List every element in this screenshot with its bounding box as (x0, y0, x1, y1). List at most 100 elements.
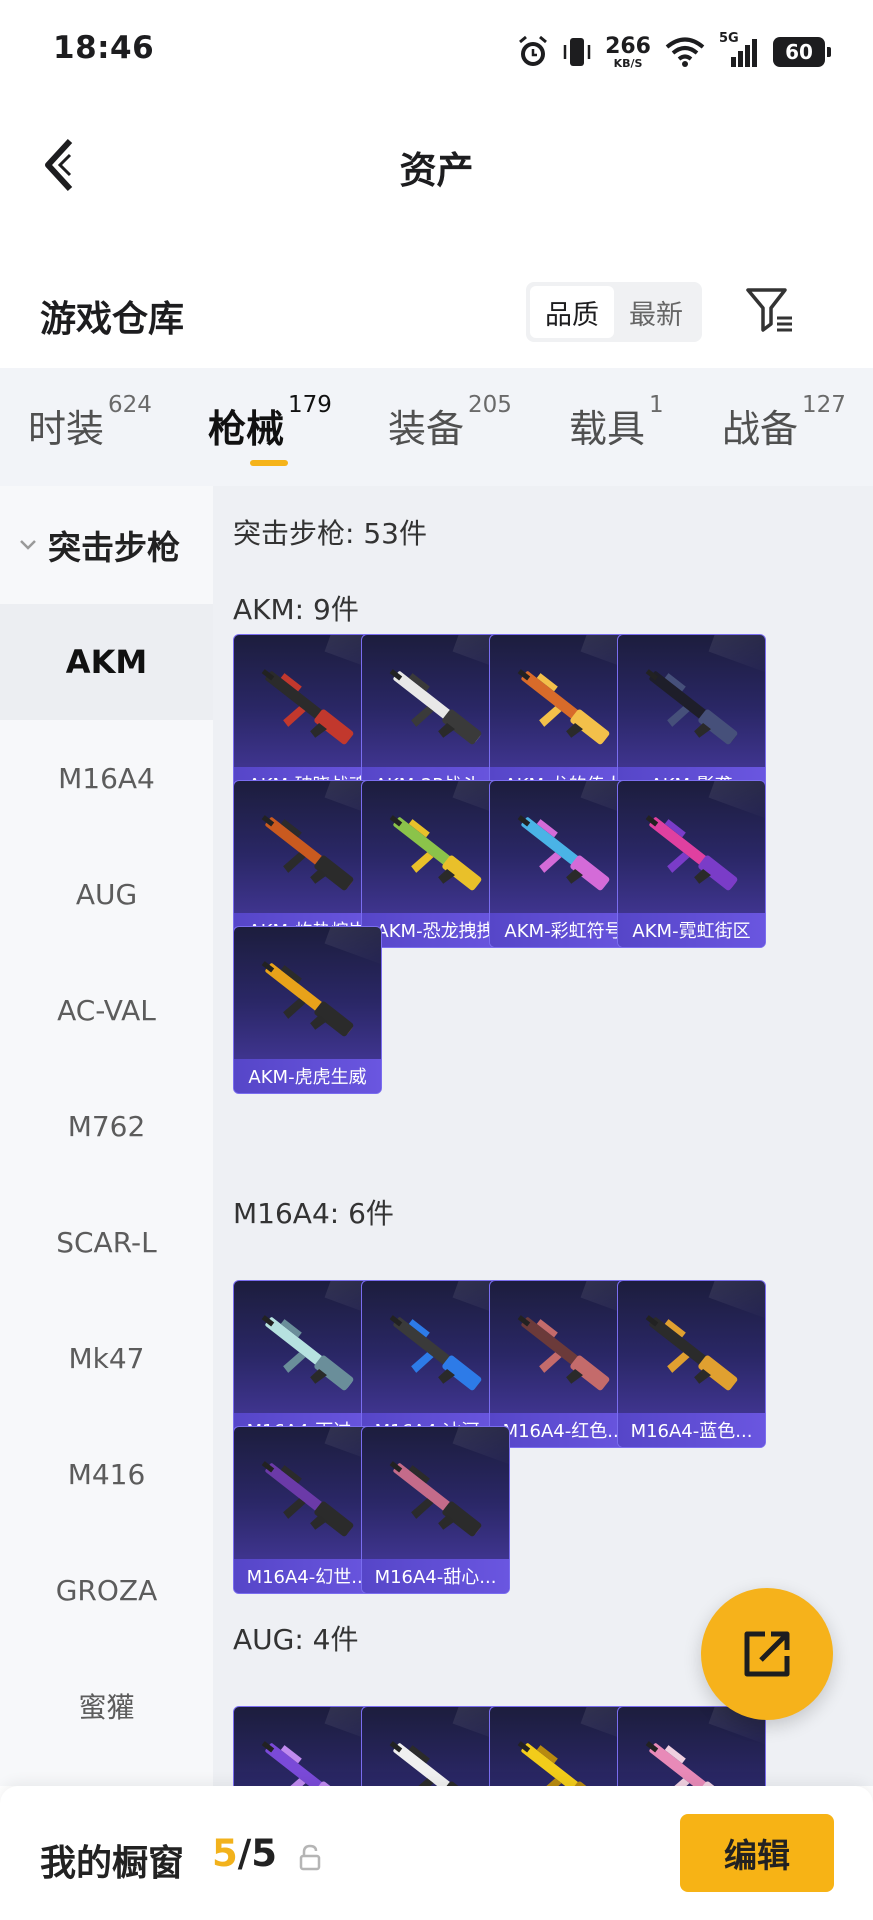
net-speed: 266 KB/S (605, 33, 651, 70)
rifle-icon (261, 961, 354, 1037)
item-card[interactable]: M16A4-雨过... (233, 1280, 382, 1448)
tab-vehicles[interactable]: 载具1 (569, 392, 664, 458)
sidebar-item-groza[interactable]: GROZA (0, 1532, 213, 1648)
status-icons: 266 KB/S 5G 60 (517, 30, 831, 74)
tab-fashion[interactable]: 时装624 (28, 392, 152, 458)
tab-combat-gear[interactable]: 战备127 (722, 392, 846, 458)
rifle-icon (645, 669, 738, 745)
section-title: 游戏仓库 (40, 299, 185, 340)
item-card[interactable]: M16A4-甜心... (361, 1426, 510, 1594)
sort-option-latest[interactable]: 最新 (614, 286, 698, 338)
tab-firearms[interactable]: 枪械179 (208, 392, 332, 458)
filter-icon (746, 288, 792, 332)
showcase-label: 我的橱窗 (40, 1843, 185, 1884)
rifle-icon (517, 815, 610, 891)
category-count: 突击步枪: 53件 (233, 517, 427, 550)
tab-label: 载具 (569, 407, 646, 451)
item-card[interactable]: AKM-灼热熔岩 (233, 780, 382, 948)
rifle-icon (517, 1741, 610, 1786)
rifle-icon (261, 1461, 354, 1537)
group-title-akm: AKM: 9件 (233, 593, 359, 626)
rifle-icon (645, 815, 738, 891)
rifle-icon (517, 669, 610, 745)
sidebar-item-scar-l[interactable]: SCAR-L (0, 1184, 213, 1300)
active-tab-indicator (250, 460, 288, 466)
rifle-icon (261, 1315, 354, 1391)
rifle-icon (389, 1741, 482, 1786)
sidebar-item-honey-badger[interactable]: 蜜獾 (0, 1648, 213, 1764)
sort-toggle: 品质 最新 (526, 282, 702, 342)
tab-count: 624 (108, 392, 152, 418)
rifle-icon (261, 669, 354, 745)
sidebar-item-mk47[interactable]: Mk47 (0, 1300, 213, 1416)
edit-button[interactable]: 编辑 (680, 1814, 834, 1892)
rifle-icon (517, 1315, 610, 1391)
item-card[interactable]: M16A4-冰河... (361, 1280, 510, 1448)
item-card[interactable]: AKM-彩虹符号 (489, 780, 638, 948)
group-title-aug: AUG: 4件 (233, 1623, 359, 1656)
item-card[interactable]: AKM-2P战斗... (361, 634, 510, 802)
tab-label: 装备 (388, 407, 465, 451)
item-card[interactable]: AKM-破晓战魂 (233, 634, 382, 802)
item-card[interactable]: AKM-恐龙拽拽 (361, 780, 510, 948)
tab-label: 战备 (722, 407, 799, 451)
item-card[interactable]: AKM-虎虎生威 (233, 926, 382, 1094)
item-name: AKM-虎虎生威 (234, 1059, 381, 1093)
unlock-icon[interactable] (298, 1844, 322, 1872)
item-name: M16A4-红色... (490, 1413, 637, 1447)
signal-icon: 5G (719, 31, 759, 69)
sidebar: 突击步枪 AKM M16A4 AUG AC-VAL M762 SCAR-L Mk… (0, 486, 213, 1786)
rifle-icon (389, 1315, 482, 1391)
item-card[interactable]: M16A4-红色... (489, 1280, 638, 1448)
net-speed-unit: KB/S (613, 56, 643, 70)
tab-equipment[interactable]: 装备205 (388, 392, 512, 458)
rifle-icon (261, 1741, 354, 1786)
rifle-icon (389, 1461, 482, 1537)
sidebar-item-akm[interactable]: AKM (0, 604, 213, 720)
sidebar-item-m16a4[interactable]: M16A4 (0, 720, 213, 836)
item-name: AKM-霓虹街区 (618, 913, 765, 947)
item-card[interactable] (617, 1706, 766, 1786)
sidebar-item-m762[interactable]: M762 (0, 1068, 213, 1184)
wifi-icon (665, 37, 705, 67)
sidebar-item-m416[interactable]: M416 (0, 1416, 213, 1532)
tab-label: 时装 (28, 407, 105, 451)
sidebar-item-aug[interactable]: AUG (0, 836, 213, 952)
share-external-icon (744, 1631, 790, 1677)
battery-icon: 60 (773, 37, 831, 67)
sidebar-group-label: 突击步枪 (48, 528, 180, 567)
showcase-current: 5 (212, 1832, 238, 1875)
bottom-bar: 我的橱窗 5/5 编辑 (0, 1786, 873, 1920)
tab-label: 枪械 (208, 407, 285, 451)
sidebar-group-assault-rifles[interactable]: 突击步枪 (0, 486, 213, 604)
battery-level: 60 (785, 40, 813, 64)
item-card[interactable]: AKM-龙的传人 (489, 634, 638, 802)
item-name: AKM-恐龙拽拽 (362, 913, 509, 947)
item-card[interactable] (489, 1706, 638, 1786)
sort-option-quality[interactable]: 品质 (530, 286, 614, 338)
sidebar-item-ac-val[interactable]: AC-VAL (0, 952, 213, 1068)
rifle-icon (645, 1741, 738, 1786)
vibrate-icon (563, 38, 591, 66)
category-tabs: 时装624 枪械179 装备205 载具1 战备127 (0, 368, 873, 486)
nav-bar: 资产 (0, 110, 873, 220)
rifle-icon (389, 669, 482, 745)
filter-button[interactable] (742, 282, 798, 338)
rifle-icon (261, 815, 354, 891)
item-card[interactable] (361, 1706, 510, 1786)
network-type: 5G (719, 31, 739, 46)
item-card[interactable]: AKM-霓虹街区 (617, 780, 766, 948)
item-card[interactable]: M16A4-幻世... (233, 1426, 382, 1594)
group-title-m16a4: M16A4: 6件 (233, 1197, 394, 1230)
chevron-down-icon (20, 540, 36, 550)
share-button[interactable] (701, 1588, 833, 1720)
tab-count: 179 (288, 392, 332, 418)
tab-count: 205 (468, 392, 512, 418)
item-card[interactable]: AKM-影袭 (617, 634, 766, 802)
item-name: M16A4-蓝色... (618, 1413, 765, 1447)
item-card[interactable] (233, 1706, 382, 1786)
item-card[interactable]: M16A4-蓝色... (617, 1280, 766, 1448)
alarm-icon (519, 35, 548, 66)
item-name: M16A4-甜心... (362, 1559, 509, 1593)
net-speed-value: 266 (605, 33, 651, 59)
